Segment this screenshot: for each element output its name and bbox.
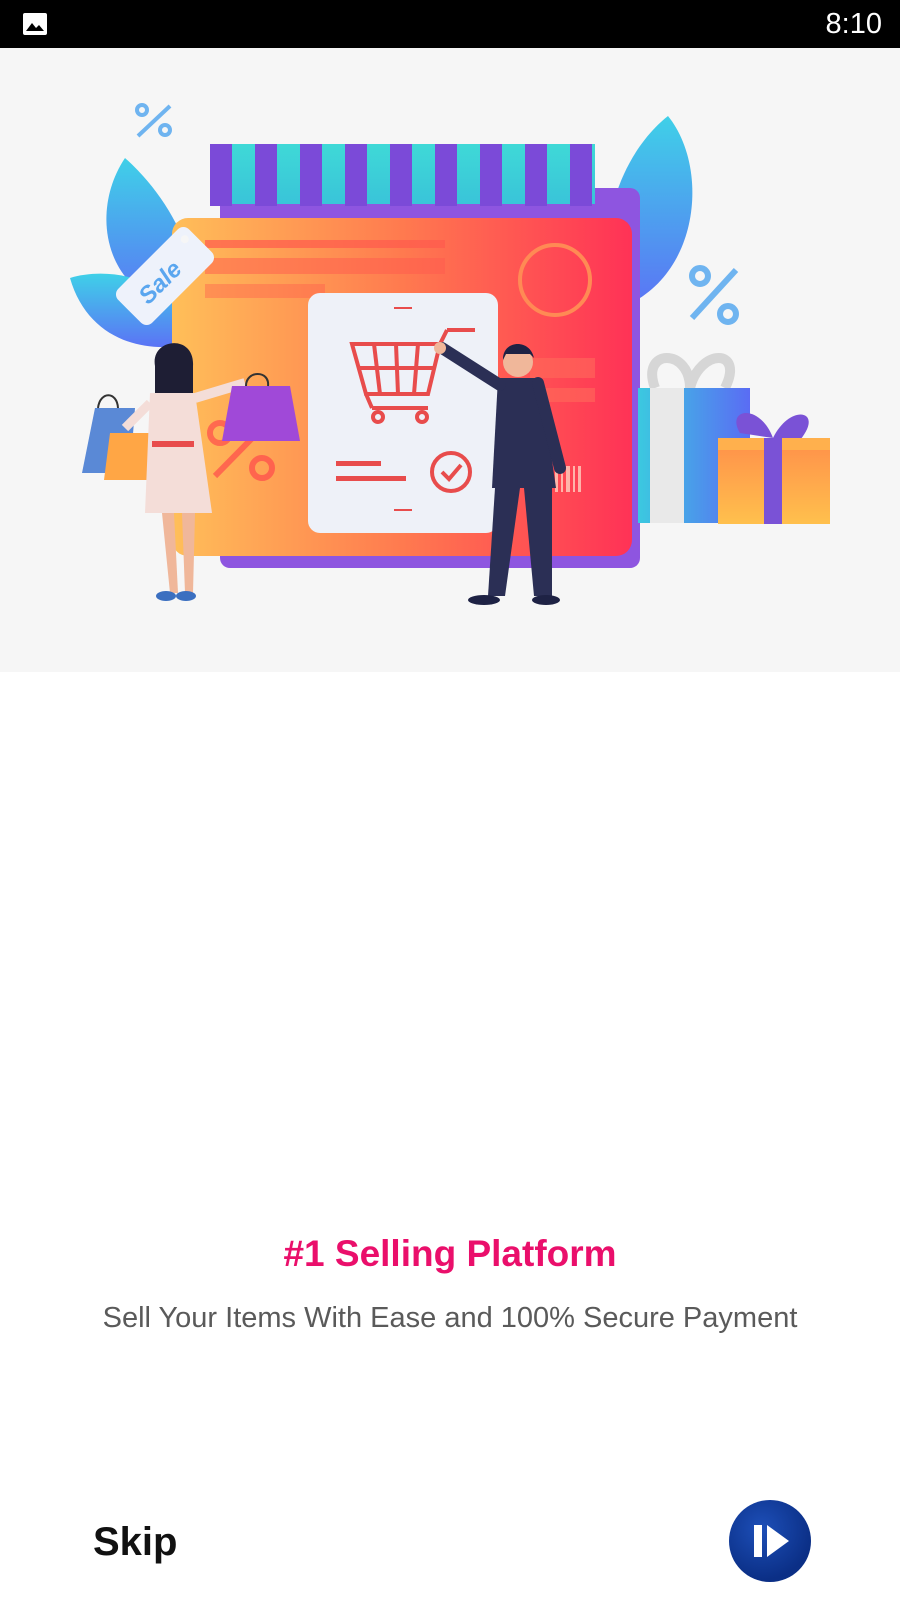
status-bar: 8:10	[0, 0, 900, 48]
onboarding-title: #1 Selling Platform	[283, 1233, 617, 1274]
image-gallery-icon	[23, 13, 47, 35]
status-time: 8:10	[825, 8, 882, 40]
shopping-bag-icon	[222, 386, 300, 441]
next-button[interactable]	[729, 1500, 811, 1582]
next-play-icon	[754, 1525, 789, 1557]
onboarding-subtitle: Sell Your Items With Ease and 100% Secur…	[102, 1302, 798, 1334]
skip-button[interactable]: Skip	[93, 1518, 177, 1566]
percent-icon	[135, 103, 172, 138]
hero-illustration: Sale	[0, 48, 900, 672]
percent-icon	[689, 265, 739, 325]
shopping-illustration: Sale	[70, 103, 830, 605]
